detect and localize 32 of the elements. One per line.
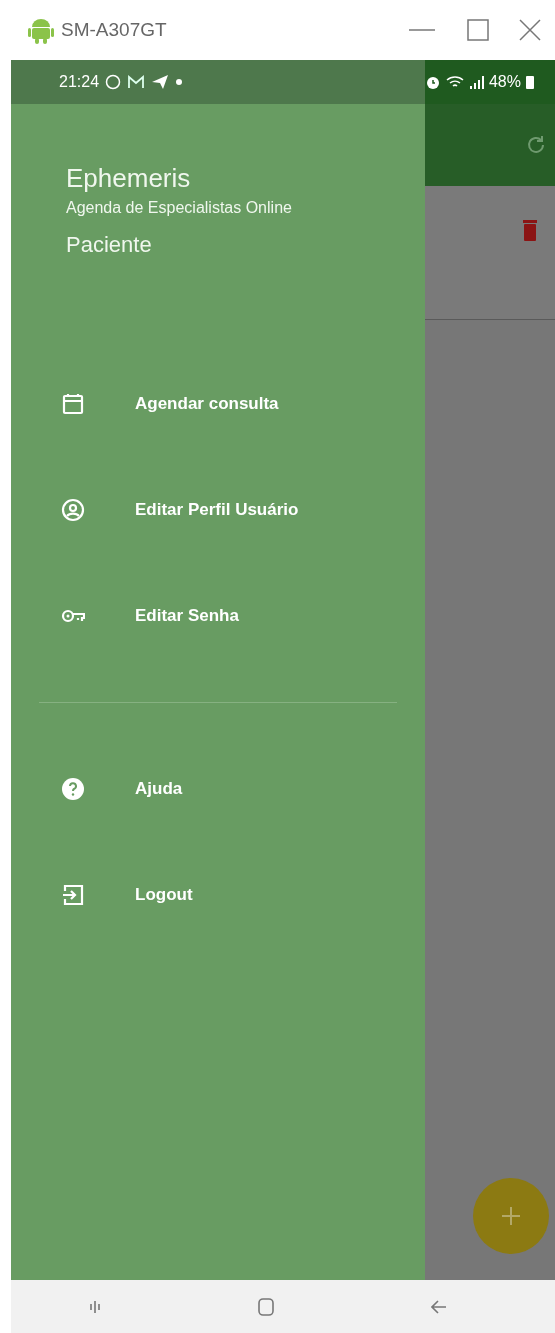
menu-item[interactable]: Editar Senha [11, 563, 425, 669]
signal-icon [468, 74, 485, 90]
alarm-icon [424, 74, 441, 90]
user-role: Paciente [66, 231, 153, 259]
wifi-icon [444, 74, 465, 90]
app-subtitle: Agenda de Especialistas Online [66, 198, 293, 218]
calendar-icon [61, 392, 85, 416]
trash-icon[interactable] [523, 218, 537, 242]
battery-level: 48% [488, 72, 521, 92]
close-icon[interactable] [519, 19, 541, 41]
menu-item[interactable]: Ajuda [11, 736, 425, 842]
status-time: 21:24 [59, 72, 100, 92]
home-icon[interactable] [258, 1297, 274, 1316]
help-icon [61, 777, 85, 801]
plus-icon [502, 1207, 520, 1225]
app-title: Ephemeris [66, 162, 192, 194]
android-icon [28, 16, 54, 44]
logout-icon [61, 883, 85, 907]
mail-icon [127, 75, 146, 89]
battery-icon [525, 74, 535, 90]
menu-item[interactable]: Logout [11, 842, 425, 948]
send-icon [151, 74, 170, 90]
back-icon[interactable] [430, 1299, 447, 1314]
menu-item[interactable]: Editar Perfil Usuário [11, 457, 425, 563]
window-title: SM-A307GT [61, 17, 167, 42]
user-circle-icon [61, 498, 85, 522]
refresh-icon[interactable] [525, 134, 547, 156]
maximize-icon[interactable] [467, 19, 489, 41]
dot-icon [175, 78, 184, 86]
recent-apps-icon[interactable] [89, 1299, 102, 1314]
menu-item[interactable]: Agendar consulta [11, 351, 425, 457]
chat-icon [105, 74, 122, 90]
